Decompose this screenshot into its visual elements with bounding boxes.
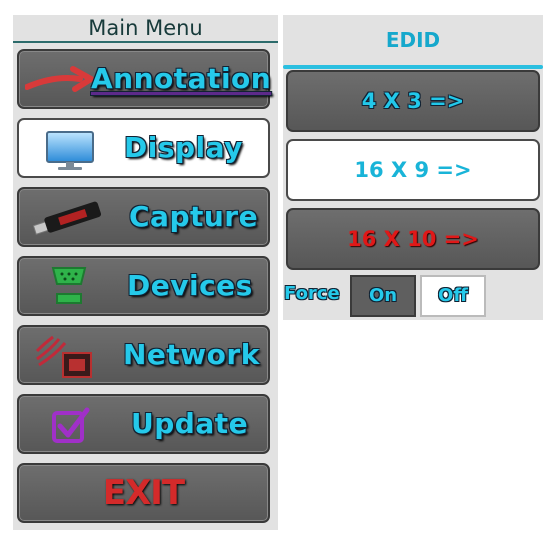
- force-label: Force: [284, 283, 340, 304]
- exit-button[interactable]: EXIT: [17, 463, 270, 523]
- monitor-icon: [46, 131, 94, 170]
- capture-button[interactable]: Capture: [17, 187, 270, 247]
- aspect-4x3-button[interactable]: 4 X 3 =>: [286, 70, 540, 132]
- wireless-network-icon: [35, 335, 92, 378]
- edid-panel: EDID 4 X 3 => 16 X 9 => 16 X 10 => Force…: [283, 15, 543, 320]
- usb-stick-icon: [32, 201, 102, 235]
- network-button[interactable]: Network: [17, 325, 270, 385]
- devices-button[interactable]: Devices: [17, 256, 270, 316]
- annotation-button[interactable]: Annotation: [17, 49, 272, 109]
- devices-label: Devices: [127, 269, 253, 302]
- checkbox-icon: [52, 407, 90, 443]
- force-on-button[interactable]: On: [350, 275, 416, 317]
- aspect-16x9-button[interactable]: 16 X 9 =>: [286, 139, 540, 201]
- exit-label: EXIT: [102, 473, 185, 513]
- main-menu-panel: Main Menu Annotation Display Capture Dev…: [13, 15, 278, 530]
- annotation-label: Annotation: [91, 62, 272, 95]
- serial-port-icon: [51, 267, 87, 304]
- main-menu-title: Main Menu: [13, 15, 278, 43]
- update-button[interactable]: Update: [17, 394, 270, 454]
- display-label: Display: [124, 131, 243, 164]
- aspect-16x10-button[interactable]: 16 X 10 =>: [286, 208, 540, 270]
- update-label: Update: [131, 407, 249, 440]
- red-arrow-icon: [25, 66, 94, 92]
- capture-label: Capture: [129, 200, 259, 233]
- display-button[interactable]: Display: [17, 118, 270, 178]
- force-off-button[interactable]: Off: [420, 275, 486, 317]
- edid-title: EDID: [385, 28, 441, 52]
- edid-divider: [283, 65, 543, 69]
- network-label: Network: [123, 338, 260, 371]
